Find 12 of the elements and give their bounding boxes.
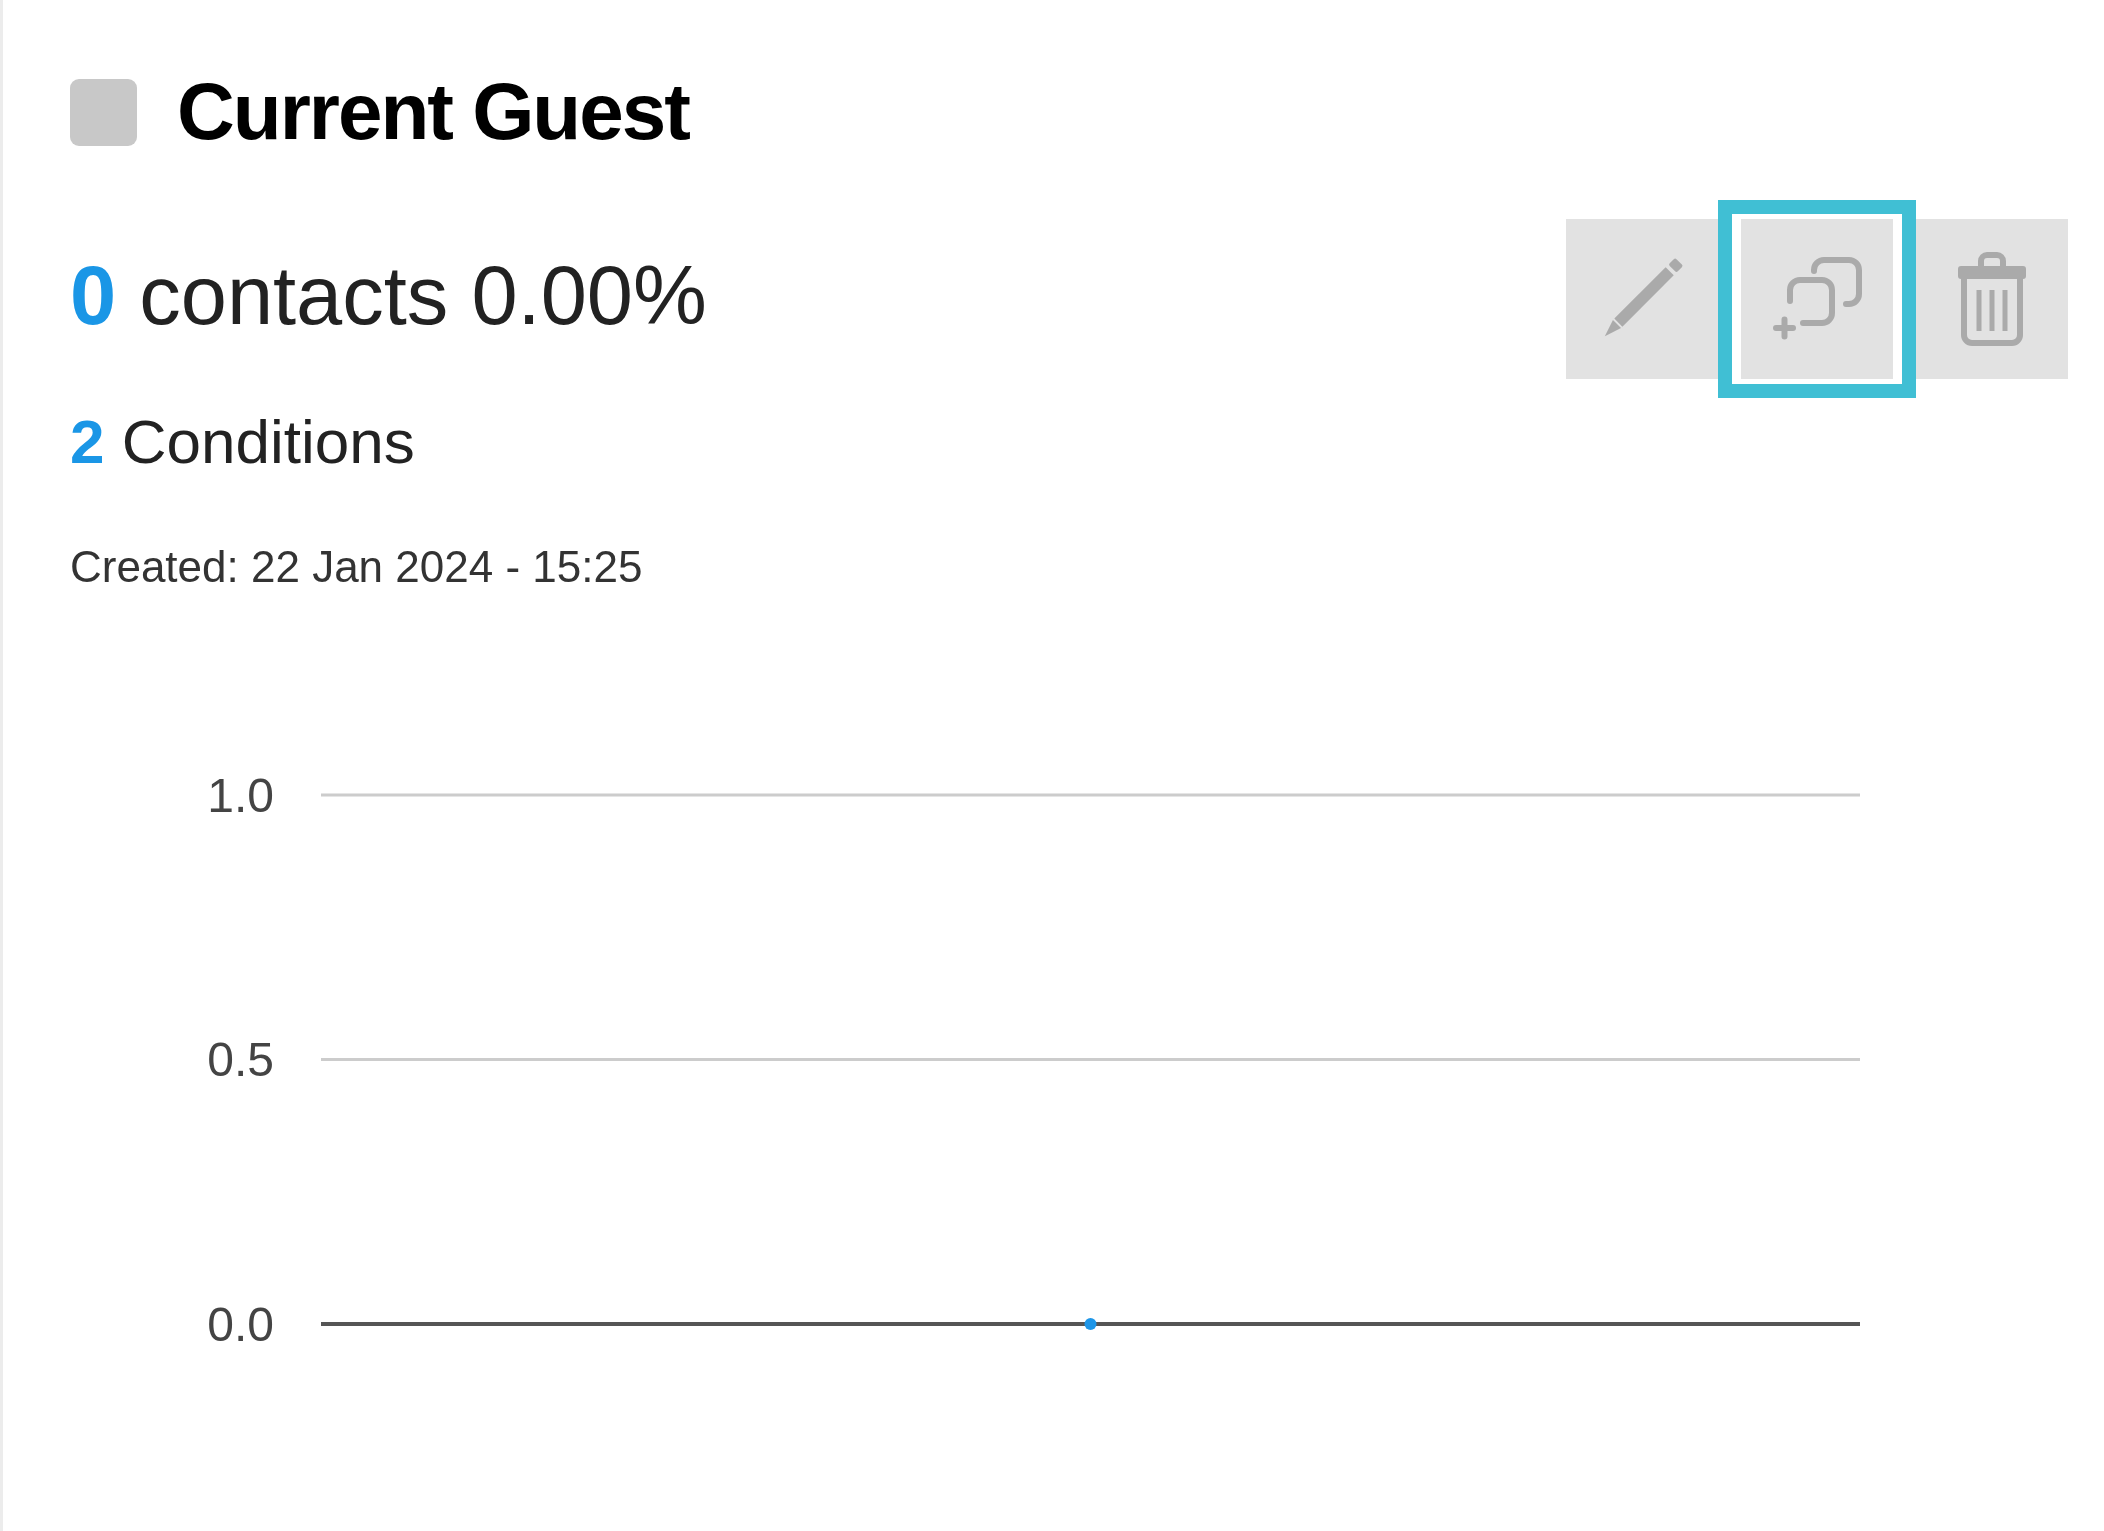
axis-label: 1.0 <box>208 769 274 822</box>
conditions-summary: 2 Conditions <box>70 411 415 473</box>
created-date: Created: 22 Jan 2024 - 15:25 <box>70 545 643 589</box>
contacts-summary: 0 contacts 0.00% <box>70 254 707 337</box>
edit-button[interactable] <box>1566 219 1718 379</box>
axis-label: 0.5 <box>208 1033 274 1086</box>
delete-button[interactable] <box>1916 219 2068 379</box>
trash-icon <box>1957 252 2027 346</box>
duplicate-button[interactable] <box>1741 219 1893 379</box>
axis-label: 0.0 <box>208 1297 274 1349</box>
segment-title: Current Guest <box>177 72 689 152</box>
copy-icon <box>1772 257 1862 341</box>
